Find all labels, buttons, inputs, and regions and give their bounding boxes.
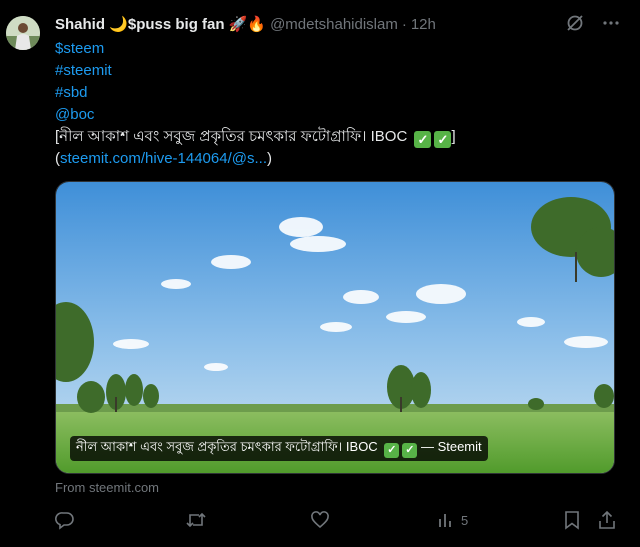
views-count: 5 bbox=[461, 512, 469, 528]
hashtag-steemit[interactable]: #steemit bbox=[55, 60, 625, 82]
retweet-button[interactable] bbox=[185, 510, 207, 530]
hashtag-sbd[interactable]: #sbd bbox=[55, 82, 625, 104]
card-source[interactable]: From steemit.com bbox=[55, 480, 159, 495]
avatar[interactable] bbox=[6, 16, 40, 50]
caption-suffix: — Steemit bbox=[420, 439, 482, 454]
card-caption: নীল আকাশ এবং সবুজ প্রকৃতির চমৎকার ফটোগ্র… bbox=[70, 436, 488, 461]
steemit-link[interactable]: steemit.com/hive-144064/@s... bbox=[60, 150, 267, 167]
post-title: [নীল আকাশ এবং সবুজ প্রকৃতির চমৎকার ফটোগ্… bbox=[55, 126, 625, 148]
separator-dot: · bbox=[401, 15, 407, 33]
action-bar: 5 bbox=[55, 510, 623, 532]
reply-button[interactable] bbox=[55, 510, 75, 530]
mention-boc[interactable]: @boc bbox=[55, 104, 625, 126]
check-mark-icon: ✓ bbox=[384, 443, 400, 458]
grok-icon[interactable] bbox=[566, 14, 584, 36]
views-icon bbox=[437, 510, 455, 530]
top-actions bbox=[566, 14, 620, 36]
share-button[interactable] bbox=[597, 510, 617, 530]
check-mark-icon: ✓ bbox=[414, 131, 432, 148]
timestamp[interactable]: 12h bbox=[411, 16, 436, 33]
tweet[interactable]: Shahid 🌙$puss big fan 🚀🔥 @mdetshahidisla… bbox=[0, 0, 640, 547]
views-button[interactable]: 5 bbox=[437, 510, 468, 530]
more-options-icon[interactable] bbox=[602, 14, 620, 36]
caption-text: নীল আকাশ এবং সবুজ প্রকৃতির চমৎকার ফটোগ্র… bbox=[76, 439, 378, 454]
author-handle[interactable]: @mdetshahidislam bbox=[270, 16, 398, 33]
tweet-text: $steem #steemit #sbd @boc [নীল আকাশ এবং … bbox=[55, 38, 625, 170]
reply-icon bbox=[55, 510, 75, 530]
cashtag-steem[interactable]: $steem bbox=[55, 38, 625, 60]
landscape-image bbox=[56, 182, 614, 473]
post-title-text: নীল আকাশ এবং সবুজ প্রকৃতির চমৎকার ফটোগ্র… bbox=[59, 128, 408, 145]
bracket-close: ] bbox=[451, 128, 456, 145]
check-mark-icon: ✓ bbox=[402, 443, 418, 458]
bookmark-button[interactable] bbox=[563, 510, 581, 530]
post-link: (steemit.com/hive-144064/@s...) bbox=[55, 148, 625, 170]
retweet-icon bbox=[185, 510, 207, 530]
tweet-header: Shahid 🌙$puss big fan 🚀🔥 @mdetshahidisla… bbox=[55, 14, 436, 34]
paren-close: ) bbox=[266, 150, 272, 167]
like-button[interactable] bbox=[310, 510, 330, 530]
author-name[interactable]: Shahid 🌙$puss big fan 🚀🔥 bbox=[55, 15, 266, 33]
link-preview-card[interactable]: নীল আকাশ এবং সবুজ প্রকৃতির চমৎকার ফটোগ্র… bbox=[55, 181, 615, 474]
check-mark-icon: ✓ bbox=[434, 131, 452, 148]
share-icon bbox=[597, 510, 617, 530]
heart-icon bbox=[310, 510, 330, 530]
bookmark-icon bbox=[563, 510, 581, 530]
